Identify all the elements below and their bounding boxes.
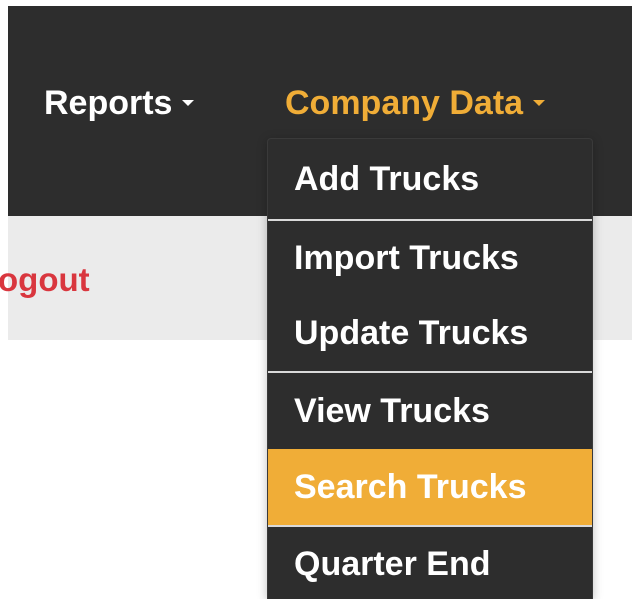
nav-company-data-menu[interactable]: Company Data [285,84,546,122]
menu-item-add-trucks[interactable]: Add Trucks [268,139,592,219]
menu-item-import-trucks[interactable]: Import Trucks [268,221,592,296]
menu-item-view-trucks[interactable]: View Trucks [268,373,592,449]
menu-item-search-trucks[interactable]: Search Trucks [268,449,592,525]
logout-link[interactable]: ogout [0,263,90,296]
nav-reports-menu[interactable]: Reports [44,84,195,122]
caret-down-icon [182,100,195,107]
company-data-dropdown: Add Trucks Import Trucks Update Trucks V… [267,138,593,599]
nav-company-data-label: Company Data [285,84,524,122]
menu-item-update-trucks[interactable]: Update Trucks [268,296,592,371]
caret-down-icon [533,100,546,107]
menu-item-quarter-end[interactable]: Quarter End [268,527,592,599]
nav-reports-label: Reports [44,84,173,122]
